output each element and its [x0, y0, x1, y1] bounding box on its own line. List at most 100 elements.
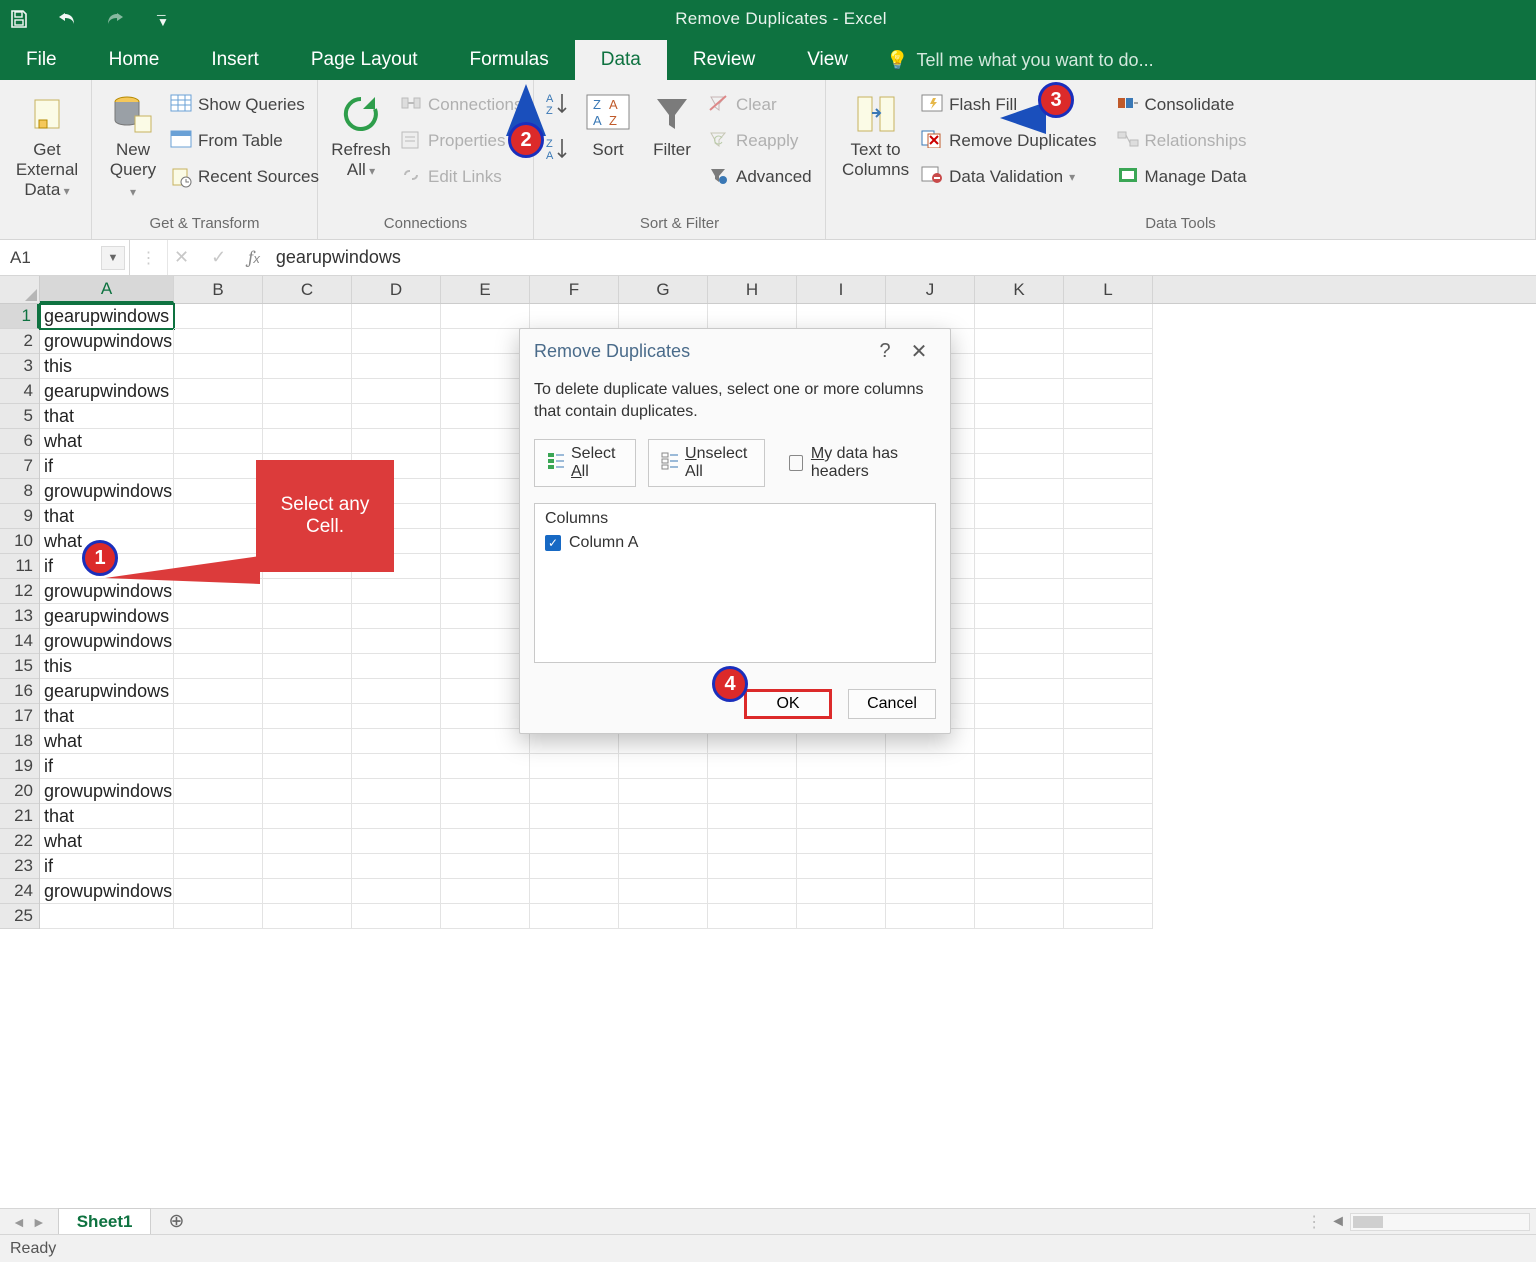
cell[interactable]: growupwindows — [40, 879, 174, 904]
row-header[interactable]: 24 — [0, 879, 39, 904]
cell[interactable] — [174, 779, 263, 804]
cell[interactable] — [263, 879, 352, 904]
text-to-columns-button[interactable]: Text to Columns — [834, 86, 917, 180]
row-header[interactable]: 9 — [0, 504, 39, 529]
dialog-help-icon[interactable]: ? — [868, 340, 902, 363]
cell[interactable]: growupwindows — [40, 329, 174, 354]
save-icon[interactable] — [8, 8, 30, 30]
cell[interactable]: that — [40, 804, 174, 829]
cell[interactable] — [530, 779, 619, 804]
cell[interactable] — [263, 829, 352, 854]
cell[interactable] — [174, 454, 263, 479]
cancel-formula-icon[interactable]: ✕ — [174, 247, 189, 268]
tab-page-layout[interactable]: Page Layout — [285, 40, 444, 80]
tab-data[interactable]: Data — [575, 40, 667, 80]
cell[interactable] — [352, 679, 441, 704]
cell[interactable] — [263, 754, 352, 779]
cell[interactable] — [174, 729, 263, 754]
cell[interactable] — [975, 429, 1064, 454]
sheet-next-icon[interactable]: ► — [32, 1214, 46, 1230]
cell[interactable] — [619, 779, 708, 804]
cell[interactable] — [352, 629, 441, 654]
cancel-button[interactable]: Cancel — [848, 689, 936, 719]
tab-file[interactable]: File — [0, 40, 83, 80]
cell[interactable] — [1064, 604, 1153, 629]
cell[interactable] — [174, 304, 263, 329]
column-header[interactable]: L — [1064, 276, 1153, 303]
cell[interactable]: what — [40, 829, 174, 854]
row-header[interactable]: 7 — [0, 454, 39, 479]
cell[interactable] — [1064, 479, 1153, 504]
cell[interactable] — [1064, 904, 1153, 929]
cell[interactable] — [975, 904, 1064, 929]
sheet-tab[interactable]: Sheet1 — [58, 1208, 152, 1235]
cell[interactable] — [174, 529, 263, 554]
cell[interactable] — [441, 554, 530, 579]
cell[interactable] — [975, 804, 1064, 829]
cell[interactable] — [530, 854, 619, 879]
cell[interactable] — [797, 304, 886, 329]
cell[interactable] — [1064, 454, 1153, 479]
cell[interactable]: that — [40, 704, 174, 729]
cell[interactable] — [352, 379, 441, 404]
cell[interactable] — [441, 679, 530, 704]
column-header[interactable]: E — [441, 276, 530, 303]
get-external-data-button[interactable]: Get External Data — [8, 86, 86, 201]
cell[interactable]: gearupwindows — [40, 604, 174, 629]
cell[interactable]: what — [40, 429, 174, 454]
cell[interactable] — [975, 704, 1064, 729]
cell[interactable] — [174, 504, 263, 529]
cell[interactable] — [263, 354, 352, 379]
cell[interactable] — [975, 554, 1064, 579]
cell[interactable] — [1064, 304, 1153, 329]
cell[interactable] — [619, 879, 708, 904]
name-box-dropdown-icon[interactable]: ▼ — [101, 246, 125, 270]
cell[interactable] — [975, 529, 1064, 554]
row-header[interactable]: 20 — [0, 779, 39, 804]
cell[interactable]: growupwindows — [40, 479, 174, 504]
cell[interactable]: growupwindows — [40, 629, 174, 654]
cell[interactable] — [441, 629, 530, 654]
cell[interactable] — [797, 854, 886, 879]
cell[interactable]: growupwindows — [40, 779, 174, 804]
cell[interactable] — [975, 604, 1064, 629]
cell[interactable] — [708, 829, 797, 854]
data-validation-button[interactable]: Data Validation — [917, 160, 1100, 194]
cell[interactable] — [975, 479, 1064, 504]
cell[interactable] — [352, 654, 441, 679]
column-header[interactable]: C — [263, 276, 352, 303]
manage-data-model-button[interactable]: Manage Data — [1113, 160, 1251, 194]
column-header[interactable]: D — [352, 276, 441, 303]
cell[interactable] — [530, 879, 619, 904]
cell[interactable] — [619, 754, 708, 779]
cell[interactable] — [441, 904, 530, 929]
row-header[interactable]: 19 — [0, 754, 39, 779]
cell[interactable] — [352, 579, 441, 604]
cell[interactable] — [352, 779, 441, 804]
cell[interactable] — [1064, 879, 1153, 904]
cell[interactable] — [352, 804, 441, 829]
cell[interactable] — [1064, 629, 1153, 654]
cell[interactable] — [708, 854, 797, 879]
cell[interactable] — [352, 879, 441, 904]
cell[interactable]: this — [40, 354, 174, 379]
cell[interactable] — [886, 804, 975, 829]
cell[interactable] — [441, 704, 530, 729]
cell[interactable] — [263, 604, 352, 629]
row-header[interactable]: 4 — [0, 379, 39, 404]
cell[interactable] — [1064, 329, 1153, 354]
cell[interactable] — [263, 429, 352, 454]
cell[interactable] — [708, 904, 797, 929]
cell[interactable] — [530, 904, 619, 929]
tab-review[interactable]: Review — [667, 40, 781, 80]
tab-formulas[interactable]: Formulas — [444, 40, 575, 80]
cell[interactable]: gearupwindows — [40, 379, 174, 404]
cell[interactable] — [1064, 679, 1153, 704]
cell[interactable] — [441, 729, 530, 754]
cell[interactable] — [975, 579, 1064, 604]
cell[interactable] — [1064, 854, 1153, 879]
sheet-nav[interactable]: ◄► — [0, 1214, 58, 1230]
horizontal-scrollbar[interactable]: ⋮◄ — [189, 1212, 1536, 1232]
cell[interactable] — [174, 654, 263, 679]
cell[interactable]: this — [40, 654, 174, 679]
